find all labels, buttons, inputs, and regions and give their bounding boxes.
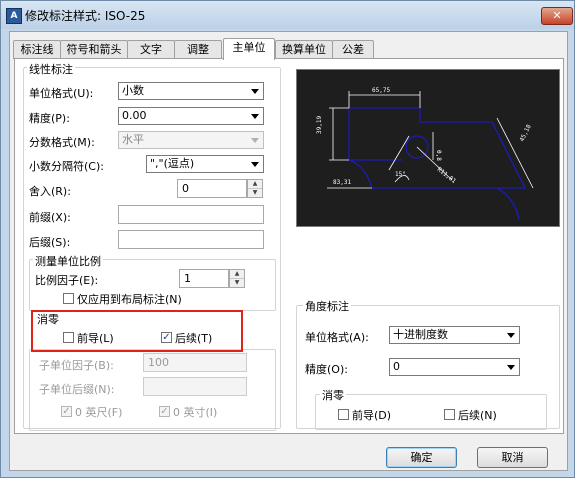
linear-dimensions-title: 线性标注 [27, 61, 75, 77]
tab-fit[interactable]: 调整 [174, 40, 222, 59]
decimal-separator-label: 小数分隔符(C): [29, 160, 104, 173]
spin-down-icon[interactable]: ▼ [248, 189, 262, 197]
angular-zero-suppression-group [315, 394, 547, 430]
angular-unit-format-label: 单位格式(A): [305, 331, 369, 344]
angular-unit-format-select[interactable]: 十进制度数 [389, 326, 520, 344]
sub-units-factor-label: 子单位因子(B): [39, 359, 114, 372]
angular-precision-select[interactable]: 0 [389, 358, 520, 376]
angular-leading-zero-checkbox[interactable] [338, 409, 349, 420]
title-bar[interactable]: A 修改标注样式: ISO-25 ✕ [1, 1, 574, 29]
precision-label: 精度(P): [29, 112, 70, 125]
dialog-client: 标注线 符号和箭头 文字 调整 主单位 换算单位 公差 线性标注 单位格式(U)… [9, 31, 568, 471]
ok-button[interactable]: 确定 [386, 447, 457, 468]
suffix-input[interactable] [118, 230, 264, 249]
chevron-down-icon [507, 333, 515, 338]
roundoff-label: 舍入(R): [29, 185, 71, 198]
chevron-down-icon [251, 89, 259, 94]
dimension-preview: 65,75 39,19 45,18 83,31 15° R11,81 0,8 [296, 69, 560, 227]
zero-inches-label: 0 英寸(I) [173, 406, 218, 419]
tab-tolerances[interactable]: 公差 [332, 40, 374, 59]
tab-alternate-units[interactable]: 换算单位 [275, 40, 333, 59]
precision-select[interactable]: 0.00 [118, 107, 264, 125]
chevron-down-icon [251, 114, 259, 119]
preview-dim-bottom: 83,31 [333, 179, 351, 186]
angular-trailing-zero-label: 后续(N) [458, 409, 497, 422]
preview-drawing: 65,75 39,19 45,18 83,31 15° R11,81 0,8 [316, 87, 534, 221]
tab-text[interactable]: 文字 [127, 40, 175, 59]
roundoff-input[interactable]: 0 [177, 179, 247, 198]
highlight-box [31, 310, 243, 352]
spin-up-icon[interactable]: ▲ [248, 180, 262, 189]
angular-dimensions-title: 角度标注 [303, 298, 351, 314]
tab-symbols-arrows[interactable]: 符号和箭头 [60, 40, 128, 59]
angular-zero-suppression-title: 消零 [320, 387, 346, 403]
roundoff-spinner[interactable]: ▲ ▼ [247, 179, 263, 198]
preview-dim-small: 0,8 [435, 150, 442, 161]
preview-dim-radius: R11,81 [436, 166, 458, 185]
angular-leading-zero-label: 前导(D) [352, 409, 392, 422]
prefix-input[interactable] [118, 205, 264, 224]
suffix-label: 后缀(S): [29, 236, 71, 249]
preview-dim-left: 39,19 [316, 116, 323, 134]
chevron-down-icon [507, 365, 515, 370]
close-button[interactable]: ✕ [541, 7, 573, 25]
preview-dim-top: 65,75 [372, 87, 390, 94]
chevron-down-icon [251, 138, 259, 143]
measurement-scale-title: 测量单位比例 [33, 253, 103, 269]
unit-format-select[interactable]: 小数 [118, 82, 264, 100]
layout-only-label: 仅应用到布局标注(N) [77, 293, 182, 306]
decimal-separator-select[interactable]: ","(逗点) [146, 155, 264, 173]
tab-lines[interactable]: 标注线 [13, 40, 61, 59]
window-title: 修改标注样式: ISO-25 [25, 9, 146, 23]
cancel-button[interactable]: 取消 [477, 447, 548, 468]
sub-units-factor-input[interactable]: 100 [143, 353, 247, 372]
scale-factor-label: 比例因子(E): [35, 274, 99, 287]
scale-factor-input[interactable]: 1 [179, 269, 229, 288]
zero-feet-checkbox[interactable]: ✓ [61, 406, 72, 417]
angular-trailing-zero-checkbox[interactable] [444, 409, 455, 420]
primary-units-page: 线性标注 单位格式(U): 小数 精度(P): 0.00 分数格式(M): 水平… [14, 58, 564, 434]
chevron-down-icon [251, 162, 259, 167]
layout-only-checkbox[interactable] [63, 293, 74, 304]
preview-dim-angle: 15° [395, 171, 406, 178]
dialog-window: A 修改标注样式: ISO-25 ✕ 标注线 符号和箭头 文字 调整 主单位 换… [0, 0, 575, 478]
fraction-format-select[interactable]: 水平 [118, 131, 264, 149]
prefix-label: 前缀(X): [29, 211, 71, 224]
unit-format-label: 单位格式(U): [29, 87, 94, 100]
sub-units-suffix-label: 子单位后缀(N): [39, 383, 115, 396]
zero-feet-label: 0 英尺(F) [75, 406, 123, 419]
zero-inches-checkbox[interactable]: ✓ [159, 406, 170, 417]
fraction-format-label: 分数格式(M): [29, 136, 95, 149]
spin-down-icon[interactable]: ▼ [230, 279, 244, 287]
app-icon: A [6, 8, 22, 24]
angular-precision-label: 精度(O): [305, 363, 348, 376]
tab-primary-units[interactable]: 主单位 [223, 38, 275, 60]
sub-units-suffix-input[interactable] [143, 377, 247, 396]
scale-factor-spinner[interactable]: ▲ ▼ [229, 269, 245, 288]
preview-dim-right: 45,18 [519, 123, 533, 143]
spin-up-icon[interactable]: ▲ [230, 270, 244, 279]
